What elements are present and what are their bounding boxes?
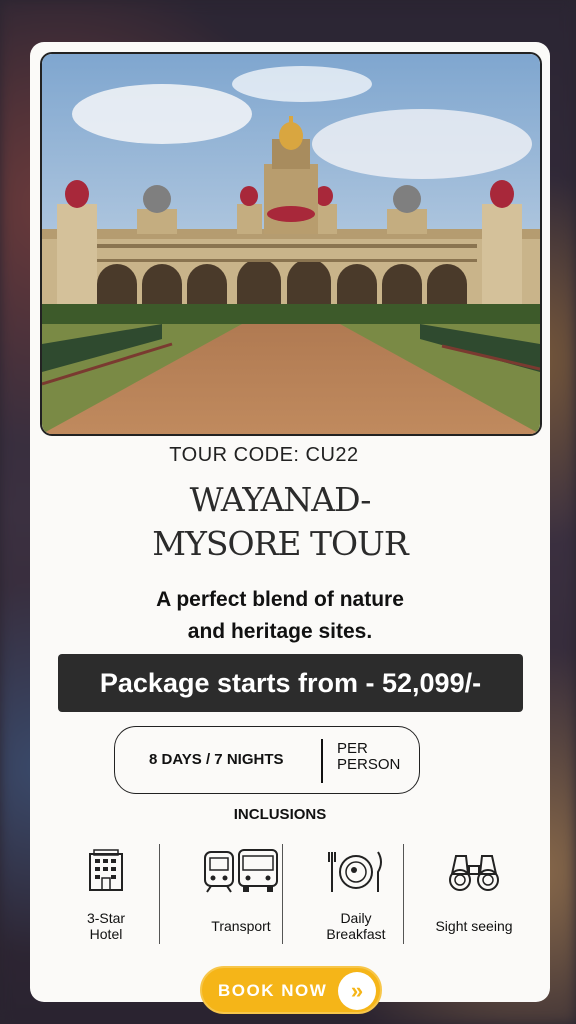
tagline: A perfect blend of nature and heritage s… <box>20 584 540 648</box>
inclusions-list: 3-Star Hotel Transport Daily Breakfast S… <box>46 842 534 952</box>
inclusion-label: Daily Breakfast <box>326 910 386 942</box>
palace-photo <box>40 52 542 436</box>
separator <box>282 844 283 944</box>
tour-title: WAYANAD- MYSORE TOUR <box>20 478 540 566</box>
book-now-button[interactable]: BOOK NOW » <box>200 966 382 1014</box>
tagline-line1: A perfect blend of nature <box>156 588 404 611</box>
tour-title-line2: MYSORE TOUR <box>152 524 408 563</box>
inclusion-hotel: 3-Star Hotel <box>46 842 166 952</box>
duration-text: 8 DAYS / 7 NIGHTS <box>149 751 284 768</box>
per-person-line1: PER <box>337 740 368 757</box>
price-banner: Package starts from - 52,099/- <box>58 654 523 712</box>
vertical-divider <box>321 739 323 783</box>
inclusion-label: 3-Star Hotel <box>86 910 126 942</box>
inclusion-transport: Transport <box>181 842 301 952</box>
transport-icon <box>204 849 278 893</box>
inclusion-sightseeing: Sight seeing <box>414 842 534 952</box>
duration-box: 8 DAYS / 7 NIGHTS PER PERSON <box>114 726 420 794</box>
tour-code: TOUR CODE: CU22 <box>169 444 359 466</box>
breakfast-icon <box>328 851 382 892</box>
book-now-label: BOOK NOW <box>218 981 328 1000</box>
double-chevron-right-icon: » <box>338 972 376 1010</box>
hotel-icon <box>89 849 123 891</box>
inclusions-title: INCLUSIONS <box>233 806 327 823</box>
binoculars-icon <box>449 855 499 891</box>
separator <box>159 844 160 944</box>
inclusion-label: Sight seeing <box>435 918 513 934</box>
inclusion-breakfast: Daily Breakfast <box>296 842 416 952</box>
per-person-text: PER PERSON <box>337 741 413 773</box>
tagline-line2: and heritage sites. <box>187 620 373 643</box>
tour-title-line1: WAYANAD- <box>189 480 372 519</box>
separator <box>403 844 404 944</box>
per-person-line2: PERSON <box>337 756 401 773</box>
tour-card: TOUR CODE: CU22 WAYANAD- MYSORE TOUR A p… <box>30 42 550 1014</box>
inclusion-label: Transport <box>211 918 271 934</box>
